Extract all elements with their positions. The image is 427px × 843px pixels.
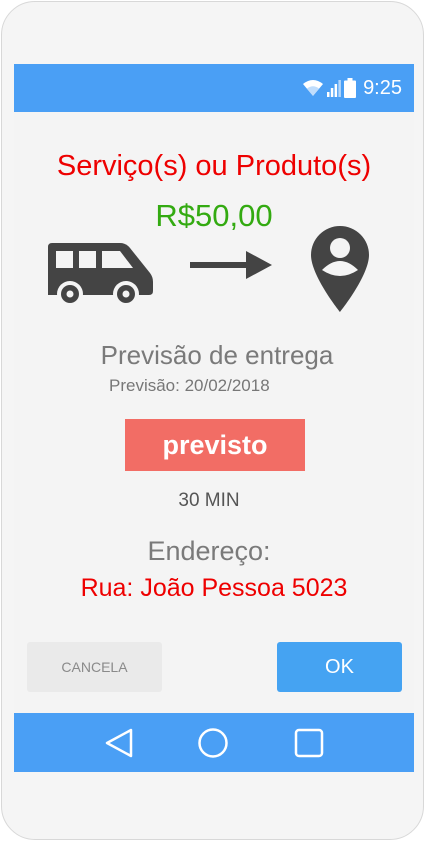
status-bar: 9:25 — [14, 64, 414, 112]
address-value: Rua: João Pessoa 5023 — [80, 574, 348, 602]
order-title: Serviço(s) ou Produto(s) — [56, 150, 372, 182]
signal-icon — [327, 80, 341, 97]
status-icons: 9:25 — [302, 75, 402, 101]
cancel-button[interactable]: CANCELA — [27, 642, 162, 692]
delivery-heading: Previsão de entrega — [100, 340, 334, 370]
eta-text: 30 MIN — [178, 490, 240, 511]
nav-bar — [14, 713, 414, 772]
status-time: 9:25 — [363, 76, 402, 99]
battery-icon — [344, 78, 357, 98]
arrow-right-icon — [190, 251, 272, 279]
back-icon[interactable] — [102, 727, 136, 759]
delivery-date: Previsão: 20/02/2018 — [109, 376, 270, 395]
wifi-icon — [303, 80, 324, 96]
van-icon — [48, 243, 153, 307]
home-icon[interactable] — [197, 727, 229, 759]
ok-button[interactable]: OK — [277, 642, 402, 692]
location-pin-icon — [311, 226, 369, 312]
status-badge: previsto — [125, 419, 305, 471]
screen: 9:25 Serviço(s) ou Produto(s) R$50,00 Pr… — [14, 64, 414, 772]
phone-frame: 9:25 Serviço(s) ou Produto(s) R$50,00 Pr… — [1, 1, 424, 840]
recents-icon[interactable] — [293, 727, 325, 759]
address-label: Endereço: — [147, 536, 271, 566]
